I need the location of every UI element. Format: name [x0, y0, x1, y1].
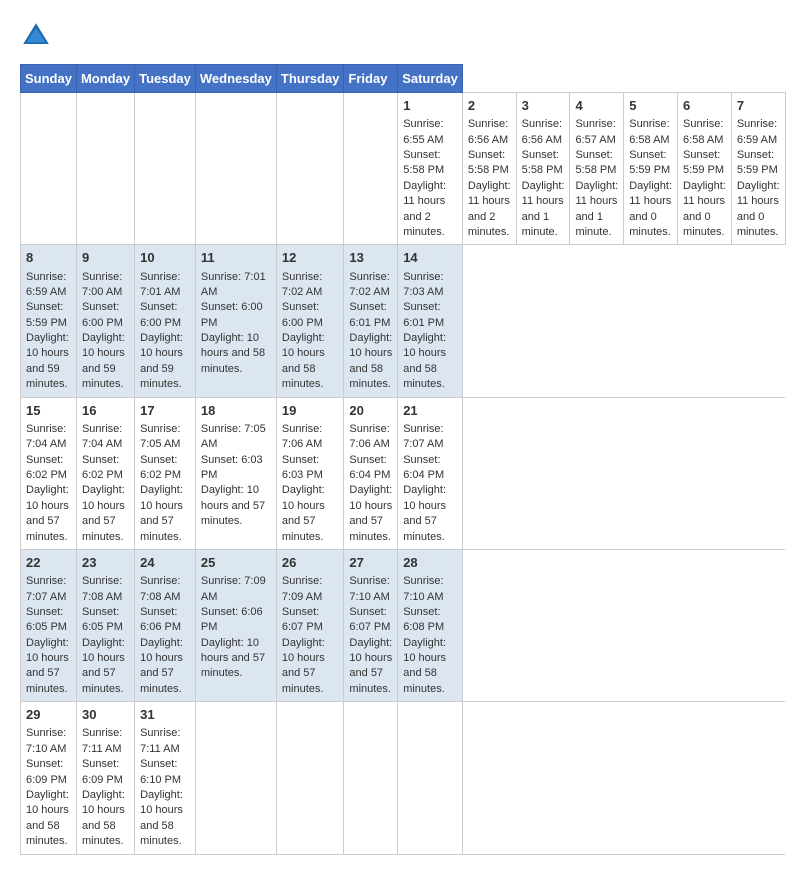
day-number: 28 — [403, 554, 457, 572]
day-number: 13 — [349, 249, 392, 267]
day-number: 10 — [140, 249, 190, 267]
calendar-cell: 13Sunrise: 7:02 AMSunset: 6:01 PMDayligh… — [344, 245, 398, 397]
weekday-header-wednesday: Wednesday — [195, 65, 276, 93]
day-number: 29 — [26, 706, 71, 724]
calendar-cell — [135, 93, 196, 245]
calendar-cell: 28Sunrise: 7:10 AMSunset: 6:08 PMDayligh… — [398, 549, 463, 701]
calendar-cell: 19Sunrise: 7:06 AMSunset: 6:03 PMDayligh… — [276, 397, 344, 549]
day-number: 19 — [282, 402, 339, 420]
header — [20, 20, 772, 52]
calendar-cell — [344, 702, 398, 854]
day-number: 6 — [683, 97, 726, 115]
day-number: 23 — [82, 554, 129, 572]
calendar-cell: 8Sunrise: 6:59 AMSunset: 5:59 PMDaylight… — [21, 245, 77, 397]
calendar-cell: 10Sunrise: 7:01 AMSunset: 6:00 PMDayligh… — [135, 245, 196, 397]
day-number: 3 — [522, 97, 565, 115]
week-row-5: 29Sunrise: 7:10 AMSunset: 6:09 PMDayligh… — [21, 702, 786, 854]
calendar-cell: 21Sunrise: 7:07 AMSunset: 6:04 PMDayligh… — [398, 397, 463, 549]
day-number: 20 — [349, 402, 392, 420]
calendar-cell: 3Sunrise: 6:56 AMSunset: 5:58 PMDaylight… — [516, 93, 570, 245]
day-number: 14 — [403, 249, 457, 267]
calendar-cell — [76, 93, 134, 245]
day-number: 7 — [737, 97, 780, 115]
calendar-cell: 4Sunrise: 6:57 AMSunset: 5:58 PMDaylight… — [570, 93, 624, 245]
calendar-cell: 20Sunrise: 7:06 AMSunset: 6:04 PMDayligh… — [344, 397, 398, 549]
logo-icon — [20, 20, 52, 52]
calendar-cell — [276, 93, 344, 245]
day-number: 9 — [82, 249, 129, 267]
day-number: 4 — [575, 97, 618, 115]
day-number: 15 — [26, 402, 71, 420]
weekday-header-sunday: Sunday — [21, 65, 77, 93]
weekday-header-thursday: Thursday — [276, 65, 344, 93]
calendar-cell: 12Sunrise: 7:02 AMSunset: 6:00 PMDayligh… — [276, 245, 344, 397]
calendar-cell: 2Sunrise: 6:56 AMSunset: 5:58 PMDaylight… — [462, 93, 516, 245]
day-number: 18 — [201, 402, 271, 420]
calendar-cell: 15Sunrise: 7:04 AMSunset: 6:02 PMDayligh… — [21, 397, 77, 549]
calendar-cell: 31Sunrise: 7:11 AMSunset: 6:10 PMDayligh… — [135, 702, 196, 854]
calendar-cell: 23Sunrise: 7:08 AMSunset: 6:05 PMDayligh… — [76, 549, 134, 701]
calendar-cell — [398, 702, 463, 854]
weekday-header-row: SundayMondayTuesdayWednesdayThursdayFrid… — [21, 65, 786, 93]
calendar-cell: 9Sunrise: 7:00 AMSunset: 6:00 PMDaylight… — [76, 245, 134, 397]
calendar-table: SundayMondayTuesdayWednesdayThursdayFrid… — [20, 64, 786, 855]
day-number: 11 — [201, 249, 271, 267]
week-row-4: 22Sunrise: 7:07 AMSunset: 6:05 PMDayligh… — [21, 549, 786, 701]
calendar-cell — [344, 93, 398, 245]
week-row-1: 1Sunrise: 6:55 AMSunset: 5:58 PMDaylight… — [21, 93, 786, 245]
weekday-header-friday: Friday — [344, 65, 398, 93]
calendar-cell: 1Sunrise: 6:55 AMSunset: 5:58 PMDaylight… — [398, 93, 463, 245]
page-container: SundayMondayTuesdayWednesdayThursdayFrid… — [20, 20, 772, 855]
calendar-cell: 30Sunrise: 7:11 AMSunset: 6:09 PMDayligh… — [76, 702, 134, 854]
day-number: 31 — [140, 706, 190, 724]
weekday-header-tuesday: Tuesday — [135, 65, 196, 93]
calendar-cell: 7Sunrise: 6:59 AMSunset: 5:59 PMDaylight… — [731, 93, 785, 245]
day-number: 12 — [282, 249, 339, 267]
day-number: 8 — [26, 249, 71, 267]
calendar-cell: 5Sunrise: 6:58 AMSunset: 5:59 PMDaylight… — [624, 93, 678, 245]
day-number: 2 — [468, 97, 511, 115]
calendar-cell: 11Sunrise: 7:01 AMSunset: 6:00 PMDayligh… — [195, 245, 276, 397]
calendar-cell — [195, 702, 276, 854]
logo — [20, 20, 56, 52]
day-number: 21 — [403, 402, 457, 420]
calendar-cell — [195, 93, 276, 245]
calendar-cell: 18Sunrise: 7:05 AMSunset: 6:03 PMDayligh… — [195, 397, 276, 549]
calendar-cell: 27Sunrise: 7:10 AMSunset: 6:07 PMDayligh… — [344, 549, 398, 701]
calendar-cell: 6Sunrise: 6:58 AMSunset: 5:59 PMDaylight… — [678, 93, 732, 245]
calendar-cell: 14Sunrise: 7:03 AMSunset: 6:01 PMDayligh… — [398, 245, 463, 397]
day-number: 24 — [140, 554, 190, 572]
day-number: 16 — [82, 402, 129, 420]
day-number: 1 — [403, 97, 457, 115]
calendar-cell — [276, 702, 344, 854]
calendar-cell: 29Sunrise: 7:10 AMSunset: 6:09 PMDayligh… — [21, 702, 77, 854]
calendar-cell: 25Sunrise: 7:09 AMSunset: 6:06 PMDayligh… — [195, 549, 276, 701]
day-number: 27 — [349, 554, 392, 572]
weekday-header-monday: Monday — [76, 65, 134, 93]
day-number: 5 — [629, 97, 672, 115]
day-number: 25 — [201, 554, 271, 572]
calendar-cell: 17Sunrise: 7:05 AMSunset: 6:02 PMDayligh… — [135, 397, 196, 549]
day-number: 22 — [26, 554, 71, 572]
calendar-cell: 26Sunrise: 7:09 AMSunset: 6:07 PMDayligh… — [276, 549, 344, 701]
calendar-cell: 22Sunrise: 7:07 AMSunset: 6:05 PMDayligh… — [21, 549, 77, 701]
calendar-cell: 16Sunrise: 7:04 AMSunset: 6:02 PMDayligh… — [76, 397, 134, 549]
week-row-2: 8Sunrise: 6:59 AMSunset: 5:59 PMDaylight… — [21, 245, 786, 397]
week-row-3: 15Sunrise: 7:04 AMSunset: 6:02 PMDayligh… — [21, 397, 786, 549]
day-number: 17 — [140, 402, 190, 420]
weekday-header-saturday: Saturday — [398, 65, 463, 93]
calendar-cell — [21, 93, 77, 245]
calendar-cell: 24Sunrise: 7:08 AMSunset: 6:06 PMDayligh… — [135, 549, 196, 701]
day-number: 30 — [82, 706, 129, 724]
day-number: 26 — [282, 554, 339, 572]
